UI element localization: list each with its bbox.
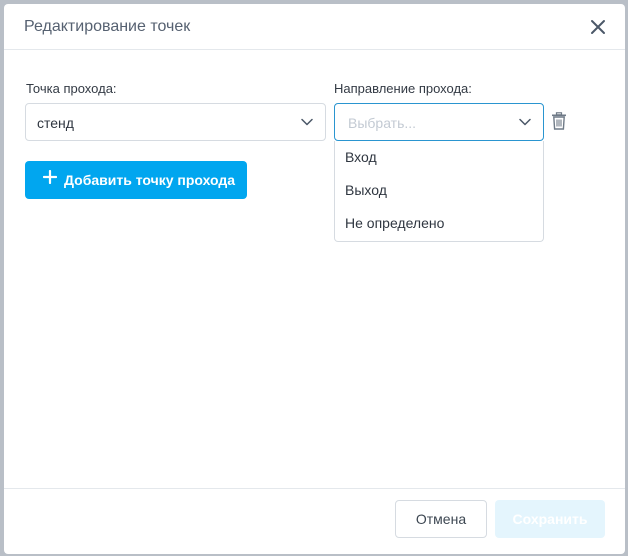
delete-point-button[interactable] bbox=[551, 112, 567, 130]
edit-points-modal: Редактирование точек Точка прохода: стен… bbox=[4, 4, 625, 554]
chevron-down-icon bbox=[519, 118, 531, 126]
save-button[interactable]: Сохранить bbox=[495, 500, 605, 538]
direction-dropdown: Вход Выход Не определено bbox=[334, 141, 544, 242]
trash-icon bbox=[552, 112, 566, 130]
modal-footer: Отмена Сохранить bbox=[4, 488, 625, 554]
modal-header: Редактирование точек bbox=[4, 4, 625, 50]
point-select[interactable]: стенд bbox=[25, 103, 326, 141]
direction-label: Направление прохода: bbox=[334, 81, 472, 96]
modal-title: Редактирование точек bbox=[24, 18, 191, 35]
plus-icon bbox=[43, 170, 57, 184]
close-button[interactable] bbox=[589, 18, 607, 36]
direction-select[interactable]: Выбрать... bbox=[334, 103, 544, 141]
chevron-down-icon bbox=[301, 118, 313, 126]
point-select-value: стенд bbox=[37, 115, 74, 131]
dropdown-option-exit[interactable]: Выход bbox=[335, 174, 543, 207]
close-icon bbox=[591, 20, 605, 34]
add-point-button[interactable]: Добавить точку прохода bbox=[25, 161, 247, 199]
cancel-button[interactable]: Отмена bbox=[395, 500, 487, 538]
direction-select-placeholder: Выбрать... bbox=[348, 115, 417, 131]
point-label: Точка прохода: bbox=[26, 81, 117, 96]
dropdown-option-undefined[interactable]: Не определено bbox=[335, 207, 543, 240]
add-point-button-label: Добавить точку прохода bbox=[64, 172, 236, 188]
dropdown-option-entry[interactable]: Вход bbox=[335, 141, 543, 174]
